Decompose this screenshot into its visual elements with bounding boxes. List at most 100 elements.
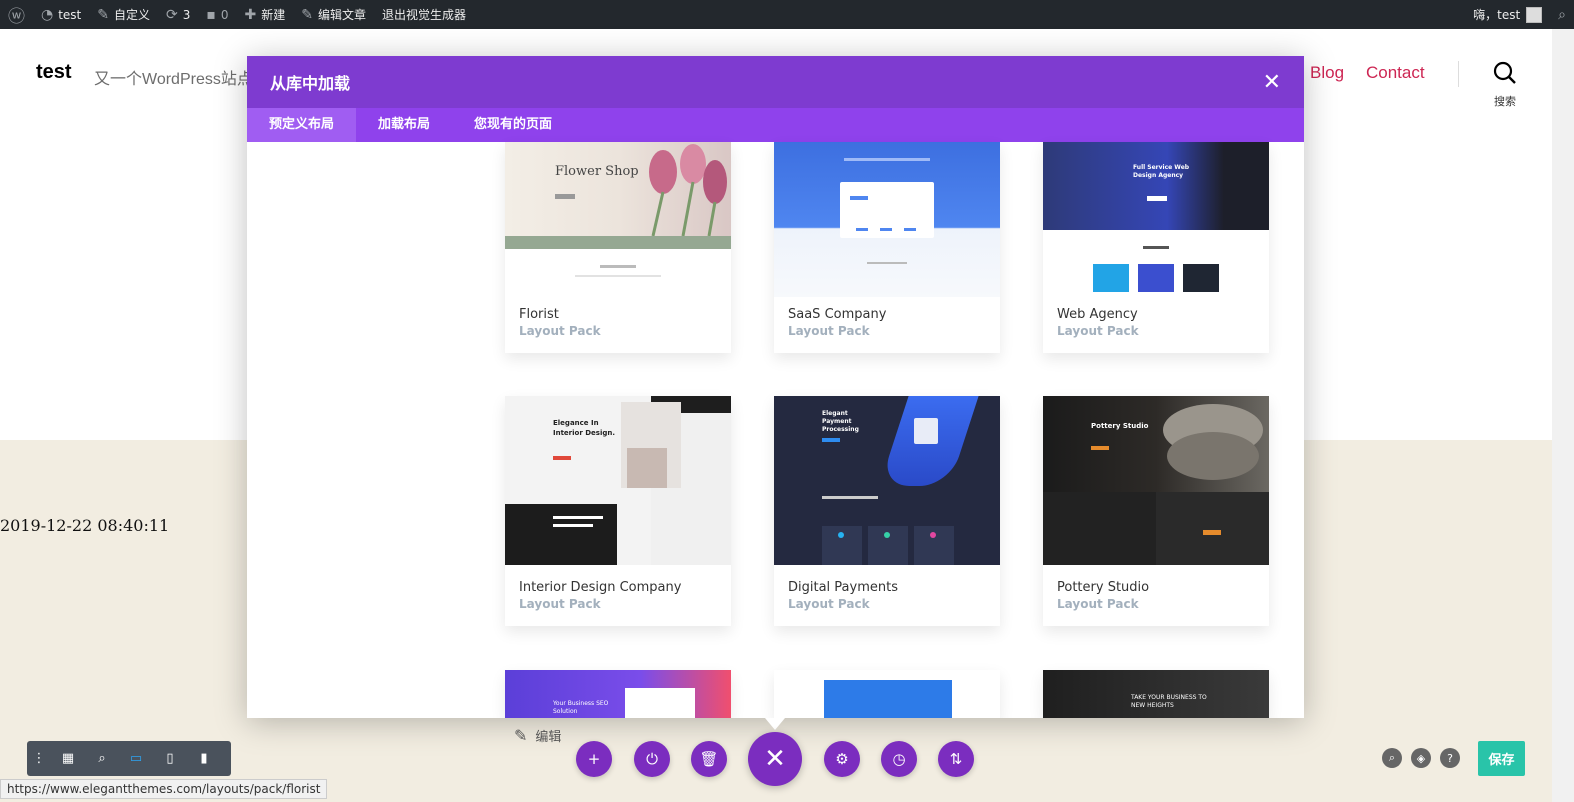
pencil-icon: ✎ [301,6,314,23]
refresh-icon: ⟳ [166,6,178,23]
layout-card[interactable]: Elegance In Interior Design. Interior De… [505,396,731,626]
layout-thumbnail: Elegant Payment Processing [774,396,1000,565]
layout-card[interactable]: SaaS Company Layout Pack [774,142,1000,353]
right-tools: ⌕ ◈ ? [1382,748,1469,768]
search-icon [1493,61,1516,84]
search-icon[interactable]: ⌕ [1382,748,1402,768]
card-title: Pottery Studio [1057,580,1150,595]
customize-link[interactable]: ✎ 自定义 [89,0,158,29]
exit-builder-link[interactable]: 退出视觉生成器 [374,0,474,29]
card-subtitle: Layout Pack [1057,597,1139,611]
card-subtitle: Layout Pack [788,324,870,338]
add-button[interactable]: + [576,741,612,777]
wp-admin-bar: ⓦ ◔ test ✎ 自定义 ⟳ 3 ▪ 0 ✚ 新建 ✎ 编辑文章 退出视觉生成器 嗨，t… [0,0,1574,29]
card-subtitle: Layout Pack [788,597,870,611]
gear-icon: ⚙ [835,750,849,768]
layout-thumbnail [774,670,1000,718]
layout-thumbnail: Elegance In Interior Design. [505,396,731,565]
layout-thumbnail: Pottery Studio [1043,396,1269,565]
save-button[interactable]: 保存 [1478,741,1525,776]
card-title: Digital Payments [788,580,898,595]
layout-thumbnail: TAKE YOUR BUSINESS TO NEW HEIGHTS [1043,670,1269,718]
clock-icon: ◷ [892,750,906,768]
layout-card[interactable]: Your Business SEO Solution [505,670,731,718]
modal-pointer [765,718,785,730]
layout-thumbnail: Flower Shop [505,142,731,249]
layout-card[interactable]: TAKE YOUR BUSINESS TO NEW HEIGHTS [1043,670,1269,718]
brush-icon: ✎ [97,6,109,23]
portability-button[interactable]: ⇅ [938,741,974,777]
history-button[interactable]: ◷ [881,741,917,777]
site-tagline: 又一个WordPress站点 [94,71,253,88]
wordpress-logo-icon[interactable]: ⓦ [0,0,33,29]
thumb-heading: TAKE YOUR BUSINESS TO NEW HEIGHTS [1131,694,1207,709]
search-toggle[interactable]: 搜索 [1490,61,1520,109]
layout-thumbnail: Your Business SEO Solution [505,670,731,718]
comment-icon: ▪ [206,6,216,23]
account-menu[interactable]: 嗨，test [1465,0,1550,29]
power-icon: ⏻ [646,750,658,768]
thumb-heading: Elegance In Interior Design. [553,419,616,437]
nav-contact-link[interactable]: Contact [1366,63,1425,83]
page-settings-button[interactable]: ⚙ [824,741,860,777]
tab-predefined-layouts[interactable]: 预定义布局 [247,108,357,142]
modal-title: 从库中加载 [270,74,351,93]
trash-icon: 🗑 [699,750,719,768]
more-icon[interactable]: ⋮ [27,741,51,776]
edit-link[interactable]: ✎ 编辑 [514,726,561,745]
thumb-heading: Your Business SEO Solution [553,700,609,715]
layout-card[interactable] [774,670,1000,718]
card-title: Interior Design Company [519,580,682,595]
nav-blog-link[interactable]: Blog [1310,63,1344,83]
new-content-link[interactable]: ✚ 新建 [237,0,294,29]
card-title: SaaS Company [788,307,887,322]
layers-icon[interactable]: ◈ [1411,748,1431,768]
card-subtitle: Layout Pack [519,597,601,611]
close-icon: ✕ [764,744,786,774]
plus-icon: + [587,750,601,768]
layout-thumbnail: Full Service Web Design Agency [1043,142,1269,297]
help-icon[interactable]: ? [1440,748,1460,768]
sort-arrows-icon: ⇅ [949,750,963,768]
close-icon[interactable]: ✕ [1263,70,1281,95]
phone-view-icon[interactable]: ▮ [187,741,221,776]
edit-post-link[interactable]: ✎ 编辑文章 [293,0,374,29]
dashboard-icon: ◔ [41,6,54,23]
site-name-link[interactable]: ◔ test [33,0,89,29]
tab-load-layout[interactable]: 加载布局 [356,108,452,142]
updates-link[interactable]: ⟳ 3 [158,0,198,29]
desktop-view-icon[interactable]: ▭ [119,741,153,776]
page-scrollbar[interactable] [1552,29,1574,802]
layout-card[interactable]: Pottery Studio Pottery Studio Layout Pac… [1043,396,1269,626]
card-title: Web Agency [1057,307,1138,322]
plus-icon: ✚ [244,6,257,23]
thumb-heading: Full Service Web Design Agency [1133,164,1190,179]
card-subtitle: Layout Pack [519,324,601,338]
close-builder-button[interactable]: ✕ [748,732,802,786]
search-label: 搜索 [1494,95,1516,108]
nav-divider [1458,61,1459,87]
tab-existing-pages[interactable]: 您现有的页面 [452,108,574,142]
zoom-icon[interactable]: ⌕ [85,741,119,776]
adminbar-search-icon[interactable]: ⌕ [1550,0,1574,29]
layout-card[interactable]: Flower Shop Florist Layout Pack [505,142,731,353]
layout-card[interactable]: Full Service Web Design Agency Web Agenc… [1043,142,1269,353]
library-modal: 从库中加载 ✕ 预定义布局 加载布局 您现有的页面 Flower Shop Fl… [247,56,1304,718]
wireframe-view-icon[interactable]: ▦ [51,741,85,776]
card-title: Florist [519,307,559,322]
load-from-library-button[interactable]: ⏻ [634,741,670,777]
tablet-view-icon[interactable]: ▯ [153,741,187,776]
thumb-heading: Elegant Payment Processing [822,410,859,433]
modal-tabs: 预定义布局 加载布局 您现有的页面 [247,108,1304,142]
layout-thumbnail [774,142,1000,297]
site-title[interactable]: test [36,61,72,84]
modal-header: 从库中加载 ✕ [247,56,1304,108]
layout-card[interactable]: Elegant Payment Processing Digital Payme… [774,396,1000,626]
clear-layout-button[interactable]: 🗑 [691,741,727,777]
browser-status-url: https://www.elegantthemes.com/layouts/pa… [0,779,328,799]
post-date: 2019-12-22 08:40:11 [0,516,170,535]
card-subtitle: Layout Pack [1057,324,1139,338]
avatar [1526,6,1543,23]
comments-link[interactable]: ▪ 0 [198,0,236,29]
view-mode-bar: ⋮ ▦ ⌕ ▭ ▯ ▮ [27,741,231,776]
